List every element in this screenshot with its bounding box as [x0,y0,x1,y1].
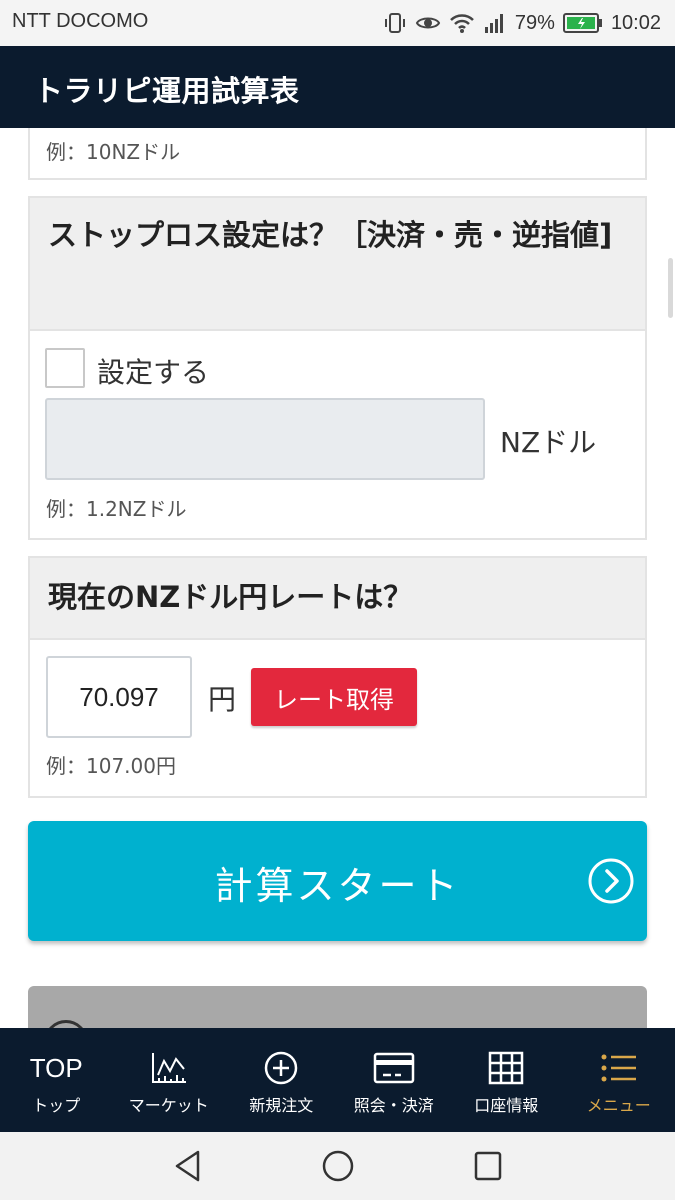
nav-item-market[interactable]: マーケット [113,1028,226,1132]
card-icon [338,1048,451,1088]
stop-loss-checkbox-label[interactable]: 設定する [97,351,209,391]
wifi-icon [449,11,475,35]
main-content[interactable]: 例：10NZドル ストップロス設定は？［決済・売・逆指値] 設定する NZドル … [0,128,675,1028]
nav-item-new-order[interactable]: 新規注文 [225,1028,338,1132]
rate-unit: 円 [208,683,237,716]
page-title: トラリピ運用試算表 [34,74,300,108]
circle-icon [44,1020,88,1028]
nav-item-label: 照会・決済 [353,1096,434,1115]
eye-icon [415,11,441,35]
battery-icon [562,12,603,34]
stop-loss-hint: 例：1.2NZドル [46,497,187,521]
stop-loss-unit: NZドル [500,426,597,459]
stop-loss-checkbox[interactable] [45,348,85,388]
nav-item-inquiry[interactable]: 照会・決済 [338,1028,451,1132]
grid-icon [450,1048,563,1088]
get-rate-button[interactable]: レート取得 [251,668,417,726]
stop-loss-title: ストップロス設定は？［決済・売・逆指値] [30,198,645,331]
signal-icon [483,11,507,35]
nav-item-account[interactable]: 口座情報 [450,1028,563,1132]
nav-item-label: トップ [32,1096,81,1115]
system-nav-bar [0,1132,675,1200]
secondary-button[interactable] [28,986,647,1028]
nav-item-label: マーケット [128,1096,209,1115]
vibrate-icon [383,11,407,35]
home-icon[interactable] [321,1149,355,1187]
rate-card: 現在のNZドル円レートは？ 70.097 円 レート取得 例：107.00円 [28,556,647,798]
nav-item-menu[interactable]: メニュー [563,1028,675,1132]
menu-icon [563,1048,675,1088]
recents-icon[interactable] [474,1149,502,1187]
back-icon[interactable] [172,1149,204,1187]
stop-loss-card: ストップロス設定は？［決済・売・逆指値] 設定する NZドル 例：1.2NZドル [28,196,647,540]
calculate-start-button[interactable]: 計算スタート [28,821,647,941]
app-header: トラリピ運用試算表 [0,46,675,128]
top-icon-text: TOP [29,1052,83,1083]
carrier-label: NTT DOCOMO [12,10,149,32]
scrollbar[interactable] [668,258,673,318]
nav-item-label: 新規注文 [249,1096,314,1115]
battery-percent: 79% [514,11,555,34]
previous-card-hint: 例：10NZドル [46,140,181,164]
previous-card: 例：10NZドル [28,128,647,180]
stop-loss-input[interactable] [45,398,485,480]
bottom-nav: TOP トップ マーケット 新規注文 照会・決済 口座情報 メニュー [0,1028,675,1132]
top-icon: TOP [0,1048,113,1088]
calculate-start-label: 計算スタート [214,864,461,908]
nav-item-label: 口座情報 [474,1096,539,1115]
chevron-right-circle-icon [587,857,635,909]
plus-circle-icon [225,1048,338,1088]
nav-item-top[interactable]: TOP トップ [0,1028,113,1132]
rate-hint: 例：107.00円 [46,754,176,778]
clock: 10:02 [610,11,661,34]
chart-icon [113,1048,226,1088]
rate-title: 現在のNZドル円レートは？ [30,558,645,640]
rate-input[interactable]: 70.097 [46,656,192,738]
status-bar: NTT DOCOMO 79% 10:02 [0,0,675,46]
nav-item-label: メニュー [586,1096,651,1115]
